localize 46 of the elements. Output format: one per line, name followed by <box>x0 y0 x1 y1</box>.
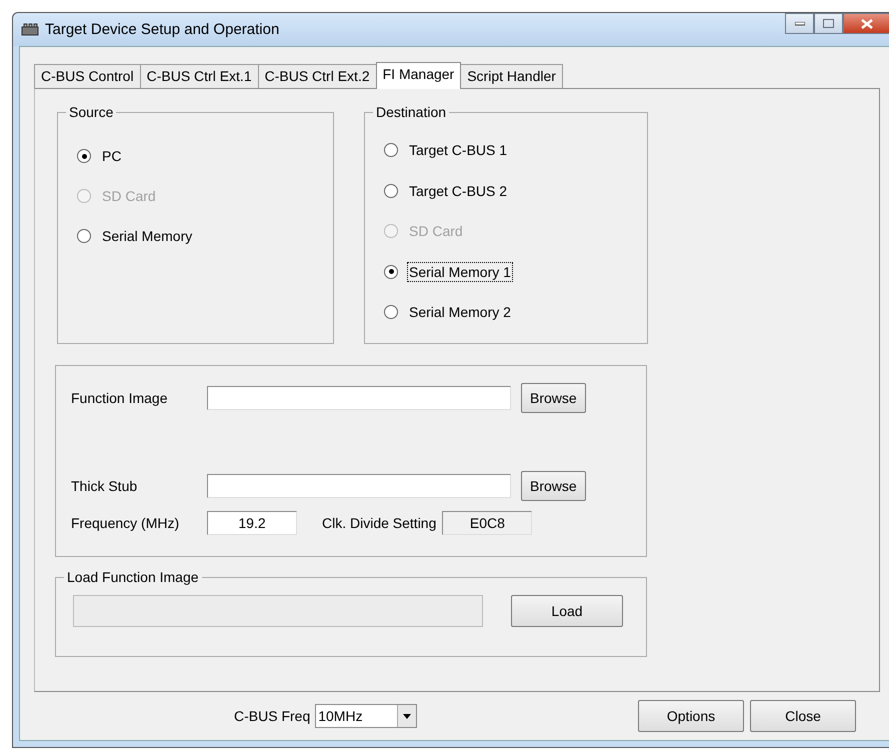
field-label: C-BUS Freq <box>234 708 310 724</box>
radio-label: PC <box>101 147 122 166</box>
dialog-button[interactable]: Options <box>638 700 744 732</box>
radio-button[interactable] <box>384 184 398 198</box>
tab[interactable]: C-BUS Ctrl Ext.2 <box>258 64 377 88</box>
input-field[interactable]: 19.2 <box>207 511 297 535</box>
window-title: Target Device Setup and Operation <box>45 21 280 38</box>
field-label: Frequency (MHz) <box>71 515 180 531</box>
field-label: Function Image <box>71 390 168 406</box>
maximize-icon <box>823 19 834 28</box>
tab[interactable]: C-BUS Ctrl Ext.1 <box>140 64 259 88</box>
load-button[interactable]: Load <box>511 595 623 627</box>
radio-label: Serial Memory 1 <box>407 262 513 282</box>
radio-button[interactable] <box>384 143 398 157</box>
browse-button[interactable]: Browse <box>521 471 586 501</box>
field-label: Thick Stub <box>71 478 138 494</box>
radio-button[interactable] <box>384 305 398 319</box>
radio-button[interactable] <box>77 229 91 243</box>
caret-icon <box>403 714 412 718</box>
close-button[interactable] <box>843 13 889 34</box>
radio-label: Serial Memory 2 <box>408 303 512 322</box>
input-field[interactable] <box>207 386 511 410</box>
tab[interactable]: FI Manager <box>376 62 462 89</box>
tab[interactable]: C-BUS Control <box>34 64 141 88</box>
dialog-button[interactable]: Close <box>750 700 856 732</box>
radio-label: SD Card <box>408 222 464 241</box>
close-icon <box>861 18 873 28</box>
radio-button[interactable] <box>77 149 91 163</box>
radio-label: Target C-BUS 2 <box>408 182 508 200</box>
radio-label: SD Card <box>101 187 157 206</box>
radio-button[interactable] <box>384 264 398 278</box>
group-title: Load Function Image <box>66 569 200 585</box>
input-field[interactable] <box>207 474 511 498</box>
field-label: Clk. Divide Setting <box>322 515 436 531</box>
dropdown[interactable]: 10MHz <box>315 704 418 728</box>
radio-label: Serial Memory <box>101 227 194 246</box>
maximize-button[interactable] <box>814 13 843 34</box>
radio-label: Target C-BUS 1 <box>408 141 508 160</box>
browse-button[interactable]: Browse <box>521 383 586 413</box>
minimize-icon <box>794 22 804 26</box>
group-title: Source <box>68 104 114 120</box>
readonly-field: E0C8 <box>442 511 532 535</box>
minimize-button[interactable] <box>785 13 814 34</box>
group-title: Destination <box>375 104 448 120</box>
tab[interactable]: Script Handler <box>460 64 563 88</box>
device-icon <box>21 22 39 36</box>
